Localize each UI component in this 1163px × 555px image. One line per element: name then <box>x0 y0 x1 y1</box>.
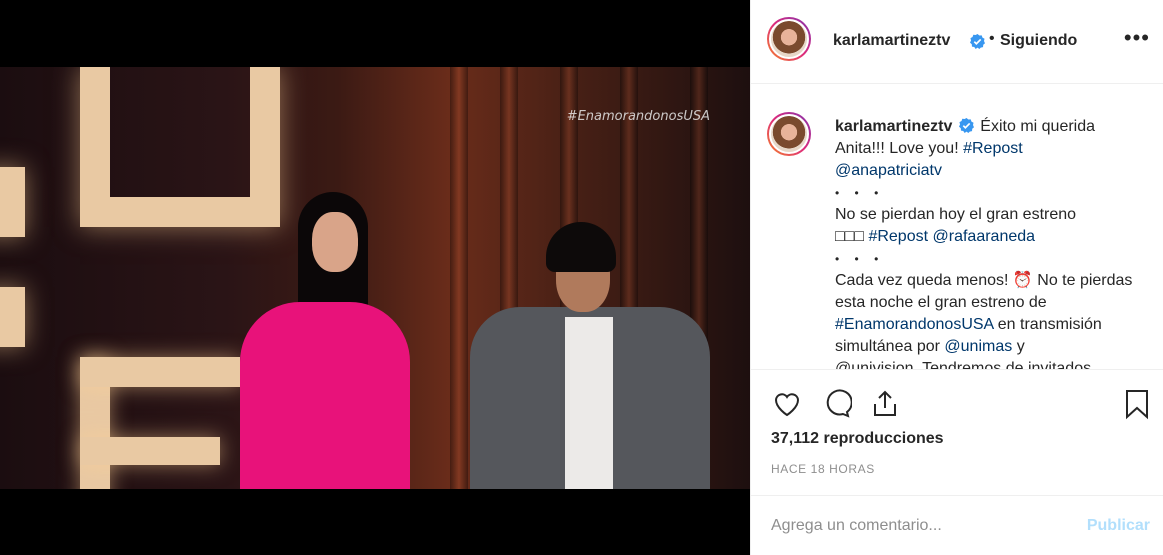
publish-button[interactable]: Publicar <box>1087 517 1150 535</box>
caption-text: No se pierdan hoy el gran estreno <box>835 206 1077 223</box>
video-frame[interactable]: #EnamorandonosUSA <box>0 67 750 489</box>
video-hashtag-overlay: #EnamorandonosUSA <box>566 109 710 124</box>
video-player[interactable]: #EnamorandonosUSA <box>0 0 750 555</box>
caption-bullets: • • • <box>835 252 885 266</box>
hashtag-link[interactable]: #EnamorandonosUSA <box>835 316 993 333</box>
verified-badge-icon <box>958 118 974 133</box>
marquee-letter-partial <box>0 287 25 347</box>
separator-dot: • <box>989 30 995 47</box>
comment-input[interactable] <box>771 514 1071 538</box>
action-bar <box>751 372 1163 432</box>
caption-username[interactable]: karlamartineztv <box>835 118 952 135</box>
more-options-icon[interactable]: ••• <box>1124 27 1150 49</box>
comment-icon[interactable] <box>820 388 852 420</box>
caption-text: @univision. Tendremos de invitados <box>835 360 1092 370</box>
hashtag-link[interactable]: #Repost <box>868 228 928 245</box>
comment-bar: Publicar <box>751 495 1163 555</box>
mention-link[interactable]: @anapatriciatv <box>835 162 942 179</box>
caption-scroll-area[interactable]: karlamartineztv Éxito mi querida Anita!!… <box>751 85 1163 370</box>
post-side-panel: karlamartineztv • Siguiendo ••• karlamar… <box>750 0 1163 555</box>
caption-text: y <box>1016 338 1025 355</box>
marquee-letter-partial <box>0 167 25 237</box>
post-caption: karlamartineztv Éxito mi querida Anita!!… <box>835 116 1145 370</box>
avatar[interactable] <box>767 112 811 156</box>
share-icon[interactable] <box>869 388 901 420</box>
caption-bullets: • • • <box>835 186 885 200</box>
view-count[interactable]: 37,112 reproducciones <box>771 430 944 448</box>
header-username[interactable]: karlamartineztv <box>833 32 950 50</box>
bookmark-icon[interactable] <box>1121 388 1153 420</box>
curtain-fold <box>450 67 468 489</box>
following-button[interactable]: Siguiendo <box>1000 32 1077 50</box>
mention-link[interactable]: @rafaaraneda <box>933 228 1036 245</box>
verified-badge-icon <box>970 34 985 49</box>
marquee-letter-e <box>80 357 250 489</box>
post-timestamp[interactable]: HACE 18 HORAS <box>771 462 875 476</box>
host-woman <box>230 192 430 489</box>
mention-link[interactable]: @unimas <box>944 338 1012 355</box>
hashtag-link[interactable]: #Repost <box>963 140 1023 157</box>
post-header: karlamartineztv • Siguiendo ••• <box>751 0 1163 84</box>
host-man <box>470 222 710 489</box>
avatar[interactable] <box>767 17 811 61</box>
heart-icon[interactable] <box>771 388 803 420</box>
caption-text: Cada vez queda menos! ⏰ No te pierdas es… <box>835 272 1133 311</box>
caption-emojis: □□□ <box>835 228 864 245</box>
